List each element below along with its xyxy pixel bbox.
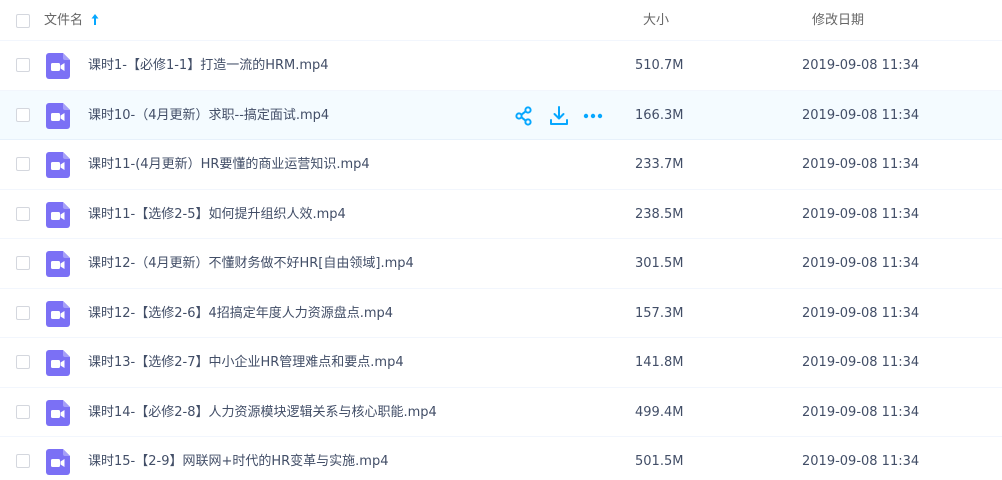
- file-name[interactable]: 课时11-(4月更新）HR要懂的商业运营知识.mp4: [88, 156, 370, 173]
- more-icon[interactable]: [582, 105, 604, 127]
- file-modified-date: 2019-09-08 11:34: [802, 454, 920, 469]
- file-modified-date: 2019-09-08 11:34: [802, 107, 920, 123]
- file-name[interactable]: 课时12-（4月更新）不懂财务做不好HR[自由领域].mp4: [88, 255, 414, 272]
- file-row[interactable]: 课时1-【必修1-1】打造一流的HRM.mp4 510.7M 2019-09-08 …: [0, 41, 1002, 91]
- file-row[interactable]: 课时12-【选修2-6】4招搞定年度人力资源盘点.mp4 157.3M 2019-0…: [0, 288, 1002, 338]
- file-size: 141.8M: [635, 355, 684, 370]
- file-size: 499.4M: [635, 404, 684, 420]
- video-file-icon: [46, 53, 70, 79]
- file-row[interactable]: 课时14-【必修2-8】人力资源模块逻辑关系与核心职能.mp4 499.4M 201…: [0, 387, 1002, 437]
- file-modified-date: 2019-09-08 11:34: [802, 157, 920, 172]
- file-name[interactable]: 课时11-【选修2-5】如何提升组织人效.mp4: [88, 206, 346, 223]
- video-file-icon: [46, 152, 70, 178]
- file-modified-date: 2019-09-08 11:34: [802, 355, 920, 370]
- row-checkbox[interactable]: [16, 157, 30, 171]
- file-modified-date: 2019-09-08 11:34: [802, 404, 920, 420]
- file-name[interactable]: 课时14-【必修2-8】人力资源模块逻辑关系与核心职能.mp4: [88, 404, 437, 421]
- video-file-icon: [46, 350, 70, 376]
- share-icon[interactable]: [513, 105, 535, 127]
- file-size: 157.3M: [635, 305, 684, 321]
- video-file-icon: [46, 102, 70, 129]
- row-checkbox[interactable]: [16, 206, 30, 221]
- file-row[interactable]: 课时12-（4月更新）不懂财务做不好HR[自由领域].mp4 301.5M 2019…: [0, 239, 1002, 289]
- file-size: 510.7M: [635, 58, 684, 73]
- column-header-date[interactable]: 修改日期: [812, 12, 864, 29]
- file-size: 301.5M: [635, 256, 684, 271]
- file-size: 238.5M: [635, 206, 684, 222]
- row-checkbox[interactable]: [16, 305, 30, 320]
- file-row[interactable]: 课时15-【2-9】网联网+时代的HR变革与实施.mp4 501.5M 2019-0…: [0, 437, 1002, 480]
- list-header: 文件名 大小 修改日期: [0, 0, 1002, 41]
- file-row[interactable]: 课时11-(4月更新）HR要懂的商业运营知识.mp4 233.7M 2019-09-…: [0, 140, 1002, 190]
- video-file-icon: [46, 251, 70, 277]
- download-icon[interactable]: [548, 105, 570, 127]
- file-name[interactable]: 课时10-（4月更新）求职--搞定面试.mp4: [88, 107, 329, 124]
- arrow-up-icon[interactable]: [90, 13, 100, 27]
- column-header-size[interactable]: 大小: [643, 12, 669, 29]
- file-name[interactable]: 课时13-【选修2-7】中小企业HR管理难点和要点.mp4: [88, 354, 404, 371]
- select-all-checkbox[interactable]: [16, 14, 30, 28]
- video-file-icon: [46, 399, 70, 426]
- file-name[interactable]: 课时1-【必修1-1】打造一流的HRM.mp4: [88, 57, 329, 74]
- row-checkbox[interactable]: [16, 454, 30, 468]
- file-row[interactable]: 课时10-（4月更新）求职--搞定面试.mp4 166.3M 2019-09-08 …: [0, 90, 1002, 140]
- file-size: 233.7M: [635, 157, 684, 172]
- video-file-icon: [46, 201, 70, 228]
- file-row[interactable]: 课时11-【选修2-5】如何提升组织人效.mp4 238.5M 2019-09-08…: [0, 189, 1002, 239]
- file-size: 501.5M: [635, 454, 684, 469]
- row-actions: [513, 105, 605, 127]
- file-modified-date: 2019-09-08 11:34: [802, 58, 920, 73]
- file-modified-date: 2019-09-08 11:34: [802, 305, 920, 321]
- row-checkbox[interactable]: [16, 355, 30, 369]
- file-list: 文件名 大小 修改日期 课时1-【必修1-1】打造一流的HRM.mp4 510.7…: [0, 0, 1002, 480]
- file-name[interactable]: 课时12-【选修2-6】4招搞定年度人力资源盘点.mp4: [88, 305, 393, 322]
- file-modified-date: 2019-09-08 11:34: [802, 206, 920, 222]
- row-checkbox[interactable]: [16, 107, 30, 122]
- column-header-name[interactable]: 文件名: [44, 12, 83, 29]
- file-row[interactable]: 课时13-【选修2-7】中小企业HR管理难点和要点.mp4 141.8M 2019-…: [0, 338, 1002, 388]
- file-size: 166.3M: [635, 107, 684, 123]
- video-file-icon: [46, 300, 70, 327]
- row-checkbox[interactable]: [16, 256, 30, 270]
- row-checkbox[interactable]: [16, 404, 30, 419]
- file-name[interactable]: 课时15-【2-9】网联网+时代的HR变革与实施.mp4: [88, 453, 389, 470]
- video-file-icon: [46, 449, 70, 475]
- row-checkbox[interactable]: [16, 58, 30, 72]
- file-modified-date: 2019-09-08 11:34: [802, 256, 920, 271]
